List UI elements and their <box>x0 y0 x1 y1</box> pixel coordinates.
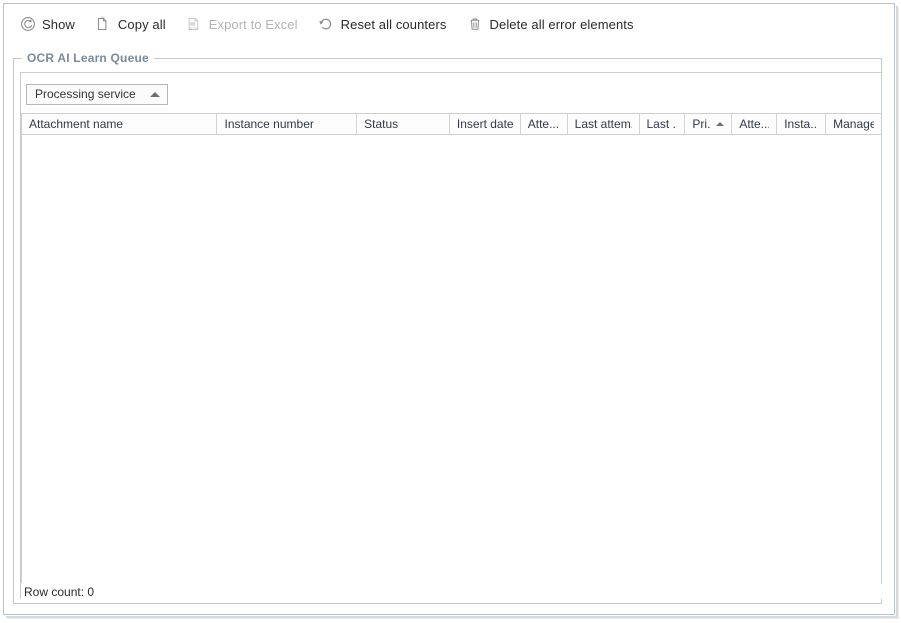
column-header-priority[interactable]: Pri... <box>685 114 733 134</box>
window-shadow-right-outer <box>898 8 899 618</box>
window-frame: Show Copy all XLSX Export to Excel Reset… <box>3 3 895 615</box>
row-count-label: Row count: 0 <box>24 584 95 599</box>
column-header-label: Atte... <box>527 117 560 131</box>
column-header-label: Atte... <box>739 117 770 131</box>
show-button[interactable]: Show <box>17 14 77 35</box>
groupbox-title: OCR AI Learn Queue <box>22 51 154 65</box>
column-header-attachment-name[interactable]: Attachment name <box>22 114 218 134</box>
export-to-excel-button[interactable]: XLSX Export to Excel <box>184 14 300 35</box>
delete-all-error-elements-button[interactable]: Delete all error elements <box>465 14 636 35</box>
undo-arrow-icon <box>318 16 335 33</box>
status-bar: Row count: 0 <box>21 584 882 599</box>
export-xlsx-icon: XLSX <box>186 16 203 33</box>
application-window: Show Copy all XLSX Export to Excel Reset… <box>0 0 901 623</box>
column-header-insert-date[interactable]: Insert date <box>449 114 521 134</box>
export-to-excel-button-label: Export to Excel <box>208 16 298 32</box>
grid-header-row: Attachment name Instance number Status I… <box>22 113 881 135</box>
column-header-last[interactable]: Last ... <box>639 114 686 134</box>
column-header-label: Last ... <box>646 117 678 131</box>
column-header-attempt-2[interactable]: Atte... <box>732 114 778 134</box>
column-header-last-attempt[interactable]: Last attem... <box>567 114 640 134</box>
toolbar: Show Copy all XLSX Export to Excel Reset… <box>4 4 890 44</box>
processing-service-group-chip[interactable]: Processing service <box>26 83 168 105</box>
column-header-label: Insert date <box>456 117 513 131</box>
column-header-managed[interactable]: Manage... <box>826 114 881 134</box>
reset-all-counters-button-label: Reset all counters <box>340 16 447 32</box>
reset-all-counters-button[interactable]: Reset all counters <box>316 14 449 35</box>
trash-icon <box>467 16 484 33</box>
column-header-label: Attachment name <box>29 117 124 131</box>
queue-data-grid[interactable]: Attachment name Instance number Status I… <box>21 113 882 583</box>
grid-body-empty[interactable] <box>22 135 881 582</box>
column-header-attempts[interactable]: Atte... <box>520 114 568 134</box>
column-header-label: Pri... <box>692 117 711 131</box>
triangle-up-icon[interactable] <box>149 91 160 97</box>
show-button-label: Show <box>42 16 75 32</box>
delete-all-error-elements-button-label: Delete all error elements <box>489 16 634 32</box>
refresh-circle-icon <box>19 16 36 33</box>
column-header-label: Last attem... <box>574 117 632 131</box>
column-header-label: Instance number <box>224 117 314 131</box>
column-header-instance-2[interactable]: Insta... <box>777 114 827 134</box>
processing-service-chip-label: Processing service <box>35 87 136 101</box>
column-header-label: Status <box>364 117 399 131</box>
column-header-label: Manage... <box>833 117 874 131</box>
copy-all-button[interactable]: Copy all <box>93 14 168 35</box>
column-header-label: Insta... <box>784 117 819 131</box>
svg-text:XLSX: XLSX <box>189 27 199 31</box>
group-by-bar: Processing service <box>26 83 168 105</box>
copy-document-icon <box>95 16 112 33</box>
column-header-instance-number[interactable]: Instance number <box>217 114 358 134</box>
column-header-status[interactable]: Status <box>357 114 450 134</box>
copy-all-button-label: Copy all <box>117 16 166 32</box>
window-shadow-bottom-outer <box>8 618 899 619</box>
triangle-up-icon <box>716 122 725 126</box>
